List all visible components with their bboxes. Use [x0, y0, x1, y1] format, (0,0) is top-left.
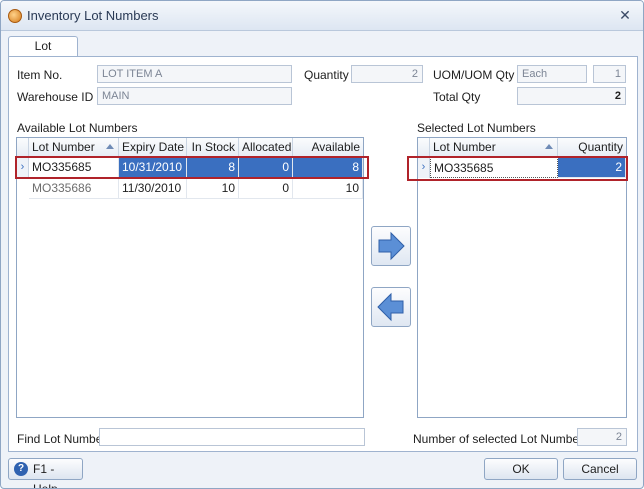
col-lot-number-label: Lot Number: [32, 140, 95, 154]
lot-cell[interactable]: MO335686: [29, 178, 119, 199]
help-button[interactable]: ? F1 - Help: [8, 458, 83, 488]
in-stock-cell[interactable]: 10: [187, 178, 239, 199]
uom-field[interactable]: Each: [517, 65, 587, 83]
tab-panel: Item No. LOT ITEM A Warehouse ID MAIN Qu…: [8, 56, 638, 452]
find-lot-input[interactable]: [99, 428, 365, 446]
warehouse-label: Warehouse ID: [17, 90, 94, 104]
total-qty-field[interactable]: 2: [517, 87, 626, 105]
item-no-field[interactable]: LOT ITEM A: [97, 65, 292, 83]
count-field[interactable]: 2: [577, 428, 627, 446]
uom-label: UOM/UOM Qty: [433, 68, 515, 82]
count-label: Number of selected Lot Numbers: [413, 432, 590, 446]
arrow-left-icon: [377, 292, 404, 322]
available-grid-header: Lot Number Expiry Date In Stock Allocate…: [17, 138, 363, 157]
selected-grid-header: Lot Number Quantity: [418, 138, 626, 157]
dialog-window: Inventory Lot Numbers ✕ Lot Numbers Item…: [0, 0, 644, 489]
help-icon: ?: [14, 462, 28, 476]
header-indicator: [17, 138, 29, 157]
col-allocated[interactable]: Allocated: [239, 138, 293, 157]
sort-ascending-icon: [545, 144, 553, 149]
find-lot-label: Find Lot Number: [17, 432, 107, 446]
col-lot-number[interactable]: Lot Number: [29, 138, 119, 157]
item-no-label: Item No.: [17, 68, 63, 82]
selected-title: Selected Lot Numbers: [417, 121, 536, 135]
tab-lot-numbers[interactable]: Lot Numbers: [8, 36, 78, 72]
expiry-cell[interactable]: 11/30/2010: [119, 178, 187, 199]
available-title: Available Lot Numbers: [17, 121, 138, 135]
available-cell[interactable]: 10: [293, 178, 363, 199]
quantity-label: Quantity: [304, 68, 349, 82]
col-quantity[interactable]: Quantity: [558, 138, 626, 157]
uom-qty-field[interactable]: 1: [593, 65, 626, 83]
ok-button[interactable]: OK: [484, 458, 558, 480]
header-indicator: [418, 138, 430, 157]
available-grid[interactable]: Lot Number Expiry Date In Stock Allocate…: [16, 137, 364, 418]
window-title: Inventory Lot Numbers: [27, 8, 159, 23]
app-icon: [8, 9, 22, 23]
col-lot-number[interactable]: Lot Number: [430, 138, 558, 157]
col-lot-number-label: Lot Number: [433, 140, 496, 154]
title-bar: Inventory Lot Numbers ✕: [1, 1, 643, 31]
sort-ascending-icon: [106, 144, 114, 149]
close-button[interactable]: ✕: [615, 6, 635, 24]
table-row[interactable]: MO335686 11/30/2010 10 0 10: [17, 178, 363, 199]
col-in-stock[interactable]: In Stock: [187, 138, 239, 157]
col-available[interactable]: Available: [293, 138, 363, 157]
help-button-label: F1 - Help: [33, 462, 58, 489]
remove-lot-button[interactable]: [371, 287, 411, 327]
selected-row-highlight: [15, 156, 369, 179]
quantity-field[interactable]: 2: [351, 65, 423, 83]
selected-row-highlight: [407, 156, 628, 181]
total-qty-label: Total Qty: [433, 90, 481, 104]
cancel-button[interactable]: Cancel: [563, 458, 637, 480]
warehouse-field[interactable]: MAIN: [97, 87, 292, 105]
allocated-cell[interactable]: 0: [239, 178, 293, 199]
col-expiry-date[interactable]: Expiry Date: [119, 138, 187, 157]
add-lot-button[interactable]: [371, 226, 411, 266]
arrow-right-icon: [378, 231, 405, 261]
